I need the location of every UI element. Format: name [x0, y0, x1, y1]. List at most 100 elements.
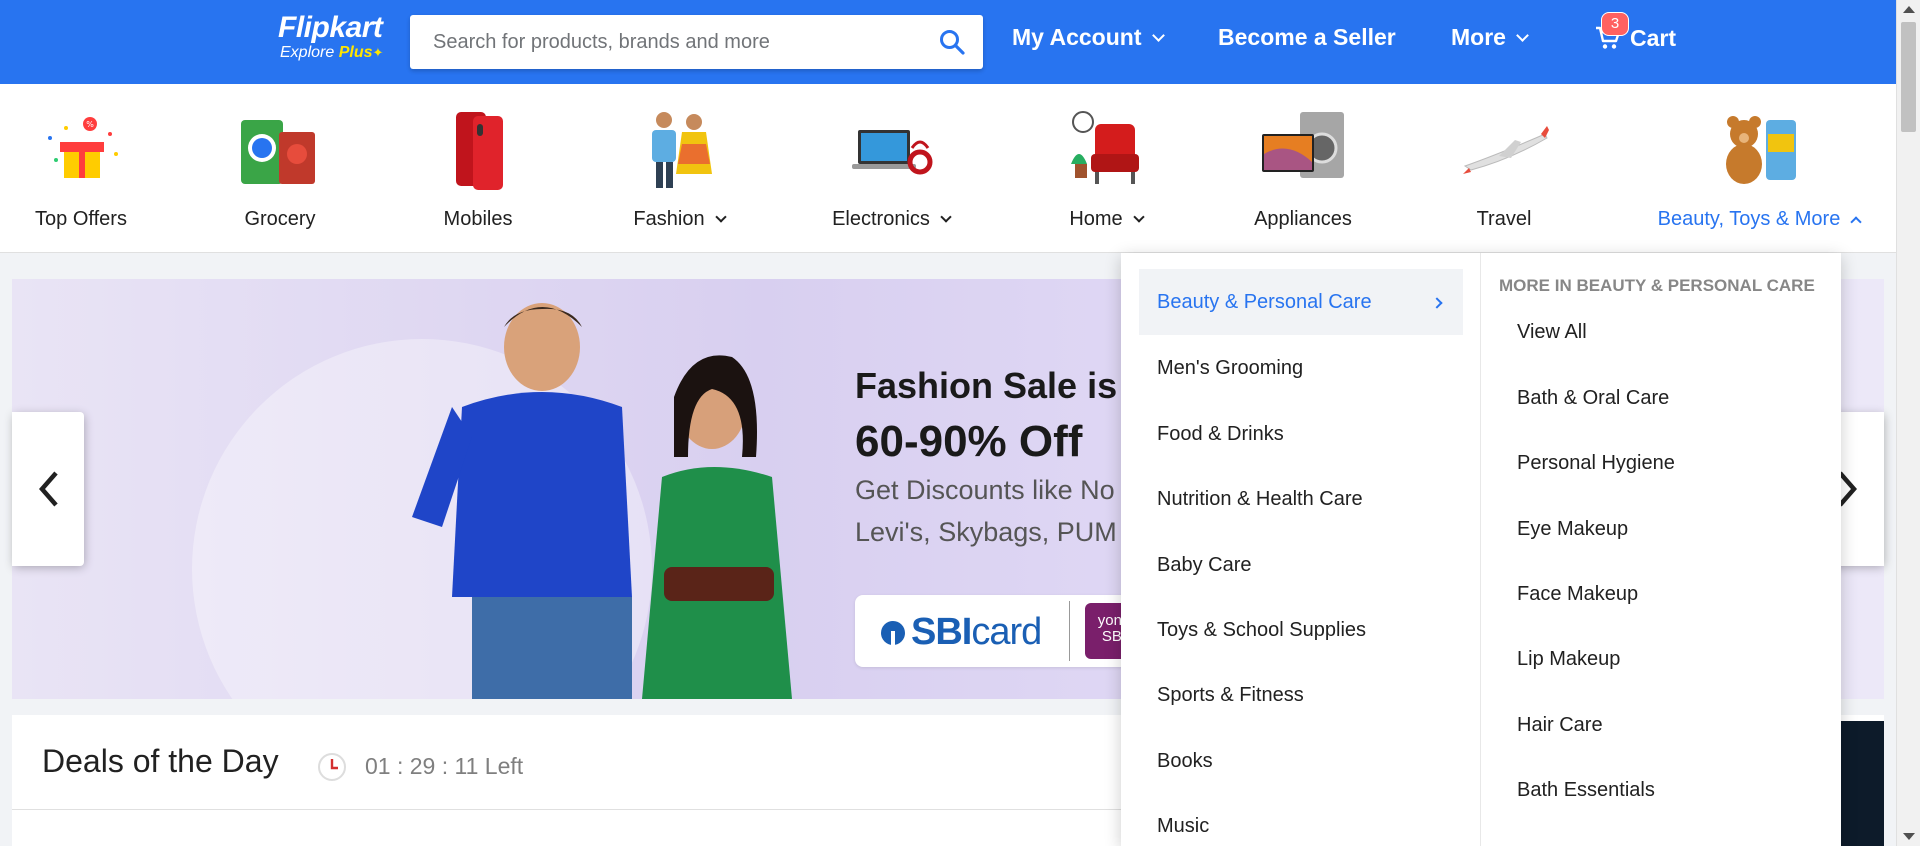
chevron-down-icon: [1151, 29, 1165, 42]
category-label: Mobiles: [443, 208, 513, 230]
category-label: Electronics: [832, 208, 952, 231]
dropdown-subcategory-panel: MORE IN BEAUTY & PERSONAL CARE View All …: [1499, 253, 1841, 846]
tv-washer-icon: [1258, 104, 1348, 194]
category-bar: % Top Offers Grocery Mobiles Fashion Ele…: [0, 84, 1896, 253]
flipkart-logo[interactable]: Flipkart Explore Plus✦: [278, 12, 383, 62]
banner-offer: 60-90% Off: [855, 417, 1083, 466]
deals-title: Deals of the Day: [42, 743, 279, 779]
category-electronics[interactable]: Electronics: [826, 84, 956, 253]
dropdown-item-label: Nutrition & Health Care: [1157, 487, 1363, 510]
dropdown-item-label: Books: [1157, 749, 1213, 772]
dropdown-item-label: Baby Care: [1157, 553, 1252, 576]
scroll-up-arrow-icon[interactable]: [1903, 6, 1915, 13]
mobile-icon: [433, 104, 523, 194]
subcategory-eye-makeup[interactable]: Eye Makeup: [1517, 518, 1628, 541]
category-label: Top Offers: [35, 208, 127, 230]
logo-plus: Plus: [338, 44, 373, 61]
grocery-icon: [235, 104, 325, 194]
dropdown-item-label: Sports & Fitness: [1157, 683, 1304, 706]
chevron-down-icon: [1516, 29, 1529, 42]
category-label: Home: [1069, 208, 1145, 231]
dropdown-item-label: Food & Drinks: [1157, 422, 1284, 445]
chevron-down-icon: [714, 211, 727, 223]
dropdown-item-beauty-personal-care[interactable]: Beauty & Personal Care: [1139, 269, 1463, 335]
category-label: Grocery: [244, 208, 316, 230]
category-home[interactable]: Home: [1063, 84, 1149, 253]
electronics-label: Electronics: [832, 208, 930, 230]
chevron-up-icon: [1850, 215, 1863, 228]
category-label: Beauty, Toys & More: [1657, 208, 1863, 231]
subcategory-heading: MORE IN BEAUTY & PERSONAL CARE: [1499, 276, 1815, 295]
chevron-left-icon: [39, 471, 58, 507]
dropdown-item-nutrition-health[interactable]: Nutrition & Health Care: [1139, 466, 1463, 532]
page-scrollbar[interactable]: [1896, 0, 1920, 846]
category-travel[interactable]: Travel: [1458, 84, 1550, 253]
category-label: Appliances: [1254, 208, 1352, 230]
dropdown-item-label: Toys & School Supplies: [1157, 618, 1367, 641]
category-label: Travel: [1476, 208, 1532, 230]
my-account-label: My Account: [1012, 24, 1142, 50]
dropdown-item-mens-grooming[interactable]: Men's Grooming: [1139, 335, 1463, 401]
category-beauty-toys-more[interactable]: Beauty, Toys & More: [1650, 84, 1868, 253]
category-label: Fashion: [633, 208, 727, 231]
category-grocery[interactable]: Grocery: [234, 84, 326, 253]
subcategory-bath-oral-care[interactable]: Bath & Oral Care: [1517, 387, 1669, 410]
dropdown-item-sports-fitness[interactable]: Sports & Fitness: [1139, 662, 1463, 728]
dropdown-item-toys-school[interactable]: Toys & School Supplies: [1139, 597, 1463, 663]
sbi-card-text: card: [971, 611, 1042, 653]
deals-timer: 01 : 29 : 11 Left: [365, 753, 524, 779]
armchair-icon: [1061, 104, 1151, 194]
category-dropdown: Beauty & Personal Care Men's Grooming Fo…: [1121, 253, 1841, 846]
dropdown-item-books[interactable]: Books: [1139, 728, 1463, 794]
dropdown-category-list: Beauty & Personal Care Men's Grooming Fo…: [1121, 253, 1481, 846]
bank-divider: [1069, 601, 1070, 661]
chevron-down-icon: [1133, 211, 1145, 223]
scroll-down-arrow-icon[interactable]: [1903, 833, 1915, 840]
cart-label: Cart: [1630, 24, 1677, 51]
category-fashion[interactable]: Fashion: [626, 84, 732, 253]
become-seller-link[interactable]: Become a Seller: [1218, 24, 1396, 51]
category-mobiles[interactable]: Mobiles: [432, 84, 524, 253]
logo-explore: Explore: [280, 44, 335, 61]
search-button[interactable]: [921, 15, 983, 69]
sbi-name: SBI: [911, 611, 972, 653]
more-menu[interactable]: More: [1451, 24, 1529, 51]
chevron-right-icon: [1431, 297, 1443, 309]
cart-count-badge: 3: [1601, 12, 1629, 36]
beauty-label: Beauty, Toys & More: [1657, 208, 1841, 230]
dropdown-item-label: Men's Grooming: [1157, 356, 1304, 379]
subcategory-face-makeup[interactable]: Face Makeup: [1517, 583, 1638, 606]
subcategory-view-all[interactable]: View All: [1517, 321, 1587, 344]
dropdown-item-music[interactable]: Music: [1139, 793, 1463, 846]
banner-prev-button[interactable]: [12, 412, 84, 566]
logo-subtext: Explore Plus✦: [280, 44, 383, 62]
dropdown-item-label: Beauty & Personal Care: [1157, 290, 1372, 313]
category-appliances[interactable]: Appliances: [1251, 84, 1355, 253]
search-bar: [410, 15, 983, 69]
dropdown-item-label: Music: [1157, 814, 1210, 837]
chevron-down-icon: [940, 211, 952, 223]
laptop-icon: [846, 104, 936, 194]
top-header: Flipkart Explore Plus✦ My Account Become…: [0, 0, 1896, 84]
sbi-card-logo: SBIcard: [881, 611, 1042, 654]
plus-star-icon: ✦: [372, 45, 384, 60]
sbi-logo-icon: [881, 620, 905, 645]
my-account-menu[interactable]: My Account: [1012, 24, 1165, 51]
gift-icon: %: [36, 104, 126, 194]
clock-icon: [318, 753, 346, 781]
category-top-offers[interactable]: % Top Offers: [26, 84, 136, 253]
subcategory-bath-essentials[interactable]: Bath Essentials: [1517, 779, 1655, 802]
banner-models-image: [412, 303, 792, 699]
subcategory-lip-makeup[interactable]: Lip Makeup: [1517, 648, 1620, 671]
dropdown-item-food-drinks[interactable]: Food & Drinks: [1139, 401, 1463, 467]
subcategory-personal-hygiene[interactable]: Personal Hygiene: [1517, 452, 1675, 475]
fashion-icon: [634, 104, 724, 194]
banner-description-line1: Get Discounts like No: [855, 475, 1115, 505]
dropdown-item-baby-care[interactable]: Baby Care: [1139, 532, 1463, 598]
search-input[interactable]: [410, 15, 920, 69]
deals-banner-image: [1840, 721, 1884, 846]
banner-title: Fashion Sale is: [855, 365, 1118, 406]
home-label: Home: [1069, 208, 1123, 230]
scrollbar-thumb[interactable]: [1901, 22, 1916, 132]
subcategory-hair-care[interactable]: Hair Care: [1517, 714, 1603, 737]
